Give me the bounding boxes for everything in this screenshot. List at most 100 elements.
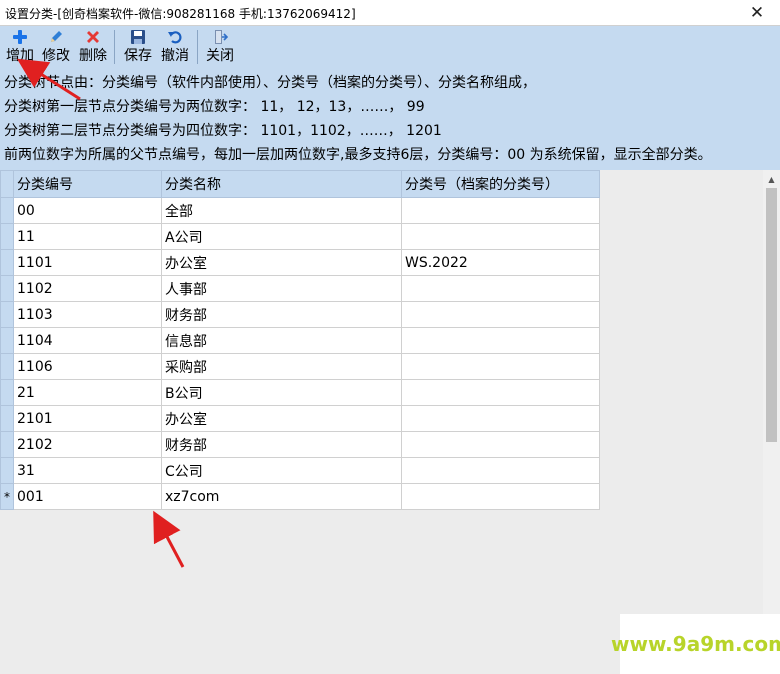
save-button[interactable]: 保存 <box>122 27 154 67</box>
cell-name[interactable]: 信息部 <box>161 327 402 354</box>
row-selector[interactable] <box>0 327 14 354</box>
save-button-label: 保存 <box>124 48 152 64</box>
toolbar-separator <box>197 30 198 64</box>
cell-classno[interactable] <box>401 405 600 432</box>
close-button[interactable]: 关闭 <box>204 27 236 67</box>
category-grid-area: 分类编号 分类名称 分类号（档案的分类号） 00 全部 11 A公司 1101 办公室 WS… <box>0 170 780 674</box>
row-selector[interactable] <box>0 301 14 328</box>
cell-code[interactable]: 1102 <box>13 275 162 302</box>
cell-name[interactable]: 采购部 <box>161 353 402 380</box>
info-line-1: 分类树节点由：分类编号（软件内部使用）、分类号（档案的分类号）、分类名称组成， <box>4 75 536 91</box>
undo-button[interactable]: 撤消 <box>159 27 191 67</box>
cell-classno[interactable]: WS.2022 <box>401 249 600 276</box>
cell-name[interactable]: 办公室 <box>161 249 402 276</box>
row-selector[interactable] <box>0 249 14 276</box>
cell-name[interactable]: 财务部 <box>161 301 402 328</box>
add-button-label: 增加 <box>6 48 34 64</box>
row-selector[interactable] <box>0 353 14 380</box>
toolbar-separator <box>114 30 115 64</box>
cell-classno[interactable] <box>401 327 600 354</box>
info-line-3: 分类树第二层节点分类编号为四位数字： 1101，1102，……， 1201 <box>4 123 442 139</box>
cell-classno[interactable] <box>401 457 600 484</box>
row-selector-header <box>0 170 14 198</box>
info-line-4: 前两位数字为所属的父节点编号，每加一层加两位数字,最多支持6层，分类编号：00 … <box>4 147 712 163</box>
vertical-scrollbar[interactable]: ▲ <box>763 170 780 674</box>
plus-icon <box>12 27 28 47</box>
cell-code[interactable]: 31 <box>13 457 162 484</box>
table-row[interactable]: 11 A公司 <box>0 223 600 250</box>
table-row[interactable]: 1106 采购部 <box>0 353 600 380</box>
cell-name[interactable]: A公司 <box>161 223 402 250</box>
row-selector[interactable]: * <box>0 483 14 510</box>
table-row[interactable]: 21 B公司 <box>0 379 600 406</box>
column-header-classno[interactable]: 分类号（档案的分类号） <box>401 170 600 198</box>
table-row[interactable]: 1101 办公室 WS.2022 <box>0 249 600 276</box>
toolbar: 增加 修改 删除 保存 撤消 关闭 <box>0 26 780 68</box>
cell-name[interactable]: 人事部 <box>161 275 402 302</box>
scroll-up-icon[interactable]: ▲ <box>763 170 780 188</box>
cell-code[interactable]: 1101 <box>13 249 162 276</box>
floppy-disk-icon <box>130 27 146 47</box>
cell-name[interactable]: 财务部 <box>161 431 402 458</box>
delete-button-label: 删除 <box>79 48 107 64</box>
delete-x-icon <box>85 27 101 47</box>
category-grid: 分类编号 分类名称 分类号（档案的分类号） 00 全部 11 A公司 1101 办公室 WS… <box>0 170 600 510</box>
cell-classno[interactable] <box>401 197 600 224</box>
exit-door-icon <box>212 27 228 47</box>
info-line-2: 分类树第一层节点分类编号为两位数字： 11， 12，13，……， 99 <box>4 99 425 115</box>
cell-classno[interactable] <box>401 275 600 302</box>
table-row[interactable]: 2102 财务部 <box>0 431 600 458</box>
close-window-button[interactable]: ✕ <box>734 0 780 26</box>
cell-code[interactable]: 1103 <box>13 301 162 328</box>
cell-code[interactable]: 1106 <box>13 353 162 380</box>
cell-code[interactable]: 2102 <box>13 431 162 458</box>
row-selector[interactable] <box>0 275 14 302</box>
row-selector[interactable] <box>0 431 14 458</box>
upper-panel: 增加 修改 删除 保存 撤消 关闭 分类树节点由：分类编号（软件内部使用）、分类… <box>0 26 780 170</box>
window-title: 设置分类-[创奇档案软件-微信:908281168 手机:13762069412… <box>5 7 356 21</box>
add-button[interactable]: 增加 <box>4 27 36 67</box>
row-selector[interactable] <box>0 197 14 224</box>
cell-classno[interactable] <box>401 483 600 510</box>
edit-button-label: 修改 <box>42 48 70 64</box>
row-selector[interactable] <box>0 457 14 484</box>
cell-code[interactable]: 21 <box>13 379 162 406</box>
cell-code[interactable]: 1104 <box>13 327 162 354</box>
table-row[interactable]: * 001 xz7com <box>0 483 600 510</box>
edit-button[interactable]: 修改 <box>40 27 72 67</box>
table-row[interactable]: 31 C公司 <box>0 457 600 484</box>
cell-code[interactable]: 001 <box>13 483 162 510</box>
row-selector[interactable] <box>0 223 14 250</box>
cell-name[interactable]: C公司 <box>161 457 402 484</box>
cell-name[interactable]: B公司 <box>161 379 402 406</box>
table-row[interactable]: 1103 财务部 <box>0 301 600 328</box>
cell-code[interactable]: 00 <box>13 197 162 224</box>
undo-arrow-icon <box>167 27 183 47</box>
cell-classno[interactable] <box>401 301 600 328</box>
pencil-icon <box>48 27 64 47</box>
scrollbar-thumb[interactable] <box>766 188 777 442</box>
row-selector[interactable] <box>0 379 14 406</box>
cell-name[interactable]: 全部 <box>161 197 402 224</box>
cell-code[interactable]: 11 <box>13 223 162 250</box>
column-header-name[interactable]: 分类名称 <box>161 170 402 198</box>
undo-button-label: 撤消 <box>161 48 189 64</box>
table-row[interactable]: 2101 办公室 <box>0 405 600 432</box>
title-bar: 设置分类-[创奇档案软件-微信:908281168 手机:13762069412… <box>0 0 780 26</box>
cell-name[interactable]: 办公室 <box>161 405 402 432</box>
grid-header-row: 分类编号 分类名称 分类号（档案的分类号） <box>0 170 600 198</box>
column-header-code[interactable]: 分类编号 <box>13 170 162 198</box>
cell-classno[interactable] <box>401 353 600 380</box>
table-row[interactable]: 1102 人事部 <box>0 275 600 302</box>
cell-name[interactable]: xz7com <box>161 483 402 510</box>
delete-button[interactable]: 删除 <box>77 27 109 67</box>
table-row[interactable]: 1104 信息部 <box>0 327 600 354</box>
cell-classno[interactable] <box>401 379 600 406</box>
row-selector[interactable] <box>0 405 14 432</box>
table-row[interactable]: 00 全部 <box>0 197 600 224</box>
cell-classno[interactable] <box>401 431 600 458</box>
cell-code[interactable]: 2101 <box>13 405 162 432</box>
cell-classno[interactable] <box>401 223 600 250</box>
close-button-label: 关闭 <box>206 48 234 64</box>
watermark-logo: www.9a9m.com <box>611 614 780 674</box>
